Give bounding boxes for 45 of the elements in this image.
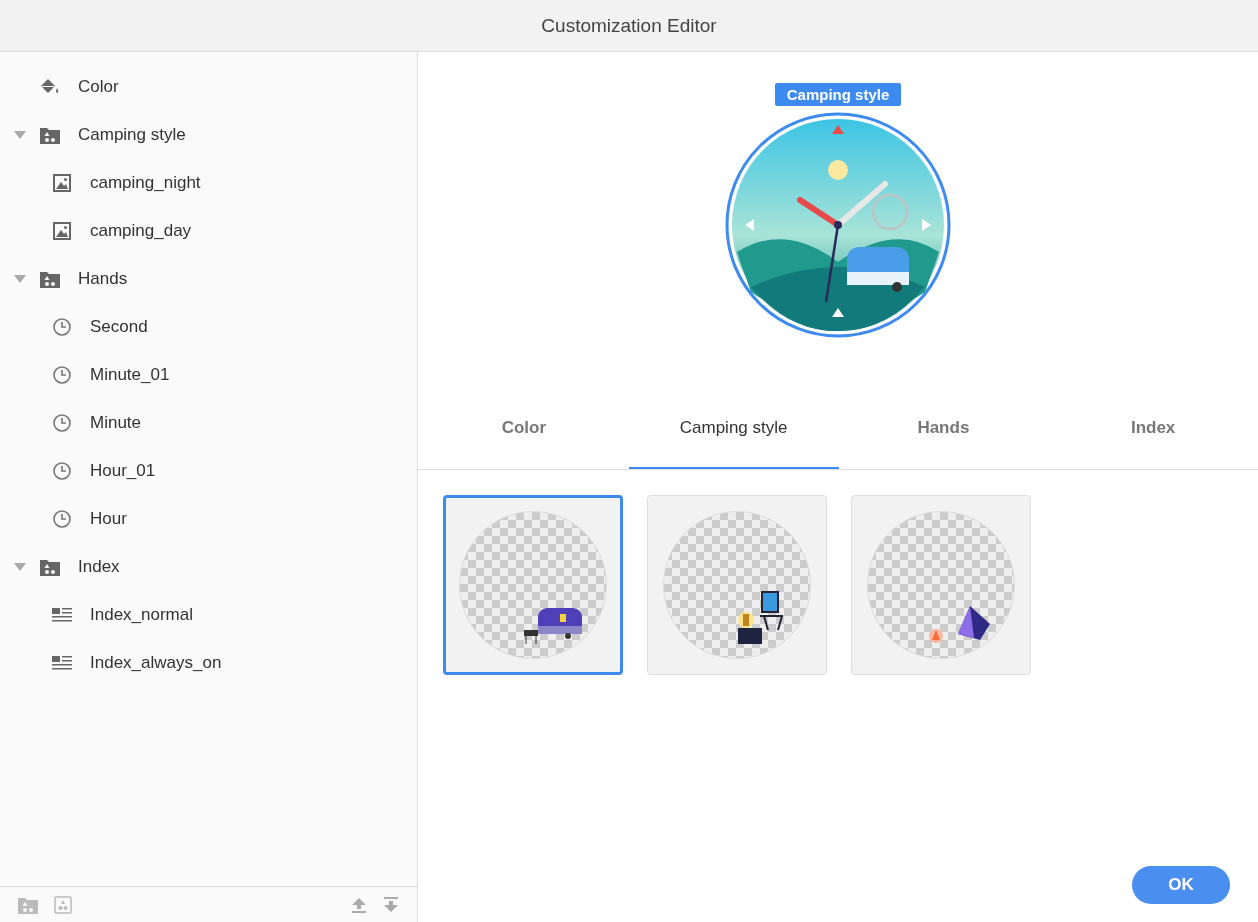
image-icon <box>53 222 71 240</box>
tree-item[interactable]: Hands <box>0 255 417 303</box>
paint-bucket-icon <box>40 78 60 96</box>
tree-item[interactable]: Index_normal <box>0 591 417 639</box>
add-group-button[interactable] <box>54 895 72 914</box>
tree-item[interactable]: camping_day <box>0 207 417 255</box>
list-icon <box>52 655 72 671</box>
preview-label: Camping style <box>774 83 902 106</box>
folder-icon <box>40 270 60 288</box>
clock-icon <box>53 510 71 528</box>
tab[interactable]: Index <box>1048 391 1258 469</box>
shapes-icon <box>54 895 72 914</box>
move-bottom-icon <box>383 896 399 913</box>
expand-triangle-icon[interactable] <box>14 275 26 283</box>
tent-and-campfire-icon <box>928 604 992 644</box>
add-folder-button[interactable] <box>18 895 38 914</box>
move-down-button[interactable] <box>383 896 399 913</box>
tab[interactable]: Color <box>419 391 629 469</box>
tree-item[interactable]: camping_night <box>0 159 417 207</box>
tree-item[interactable]: Index <box>0 543 417 591</box>
folder-icon <box>40 558 60 576</box>
tree-item[interactable]: Index_always_on <box>0 639 417 687</box>
folder-icon <box>18 895 38 914</box>
tree-item[interactable]: Minute_01 <box>0 351 417 399</box>
folder-icon <box>40 126 60 144</box>
tree-item[interactable]: Second <box>0 303 417 351</box>
style-option[interactable] <box>443 495 623 675</box>
tree-item[interactable]: Hour_01 <box>0 447 417 495</box>
tree-item[interactable]: Color <box>0 63 417 111</box>
list-icon <box>52 607 72 623</box>
tree-item[interactable]: Minute <box>0 399 417 447</box>
move-up-button[interactable] <box>351 896 367 913</box>
tab[interactable]: Camping style <box>628 391 839 469</box>
window-title: Customization Editor <box>541 14 717 37</box>
clock-icon <box>53 318 71 336</box>
clock-icon <box>53 462 71 480</box>
tree-item[interactable]: Hour <box>0 495 417 543</box>
clock-icon <box>53 366 71 384</box>
image-icon <box>53 174 71 192</box>
move-top-icon <box>351 896 367 913</box>
expand-triangle-icon[interactable] <box>14 563 26 571</box>
clock-icon <box>53 414 71 432</box>
tab[interactable]: Hands <box>838 391 1049 469</box>
expand-triangle-icon[interactable] <box>14 131 26 139</box>
tree-item[interactable]: Camping style <box>0 111 417 159</box>
